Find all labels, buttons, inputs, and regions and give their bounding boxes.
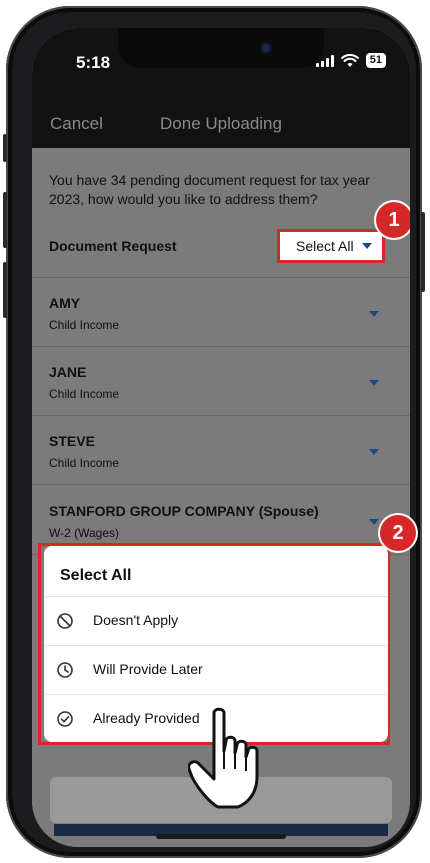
volume-down-button — [3, 262, 7, 318]
request-row-steve[interactable]: STEVE Child Income — [32, 415, 410, 483]
request-row-amy[interactable]: AMY Child Income — [32, 277, 410, 345]
chevron-down-icon[interactable] — [369, 380, 379, 386]
chevron-down-icon[interactable] — [369, 519, 379, 525]
status-icons: 51 — [315, 53, 386, 68]
sheet-title: Select All — [60, 567, 132, 584]
battery-indicator: 51 — [365, 53, 386, 68]
option-doesnt-apply[interactable]: Doesn't Apply — [44, 596, 388, 645]
callout-badge-2: 2 — [380, 515, 416, 551]
notch — [118, 28, 324, 68]
intro-text: You have 34 pending document request for… — [49, 172, 370, 207]
document-request-label: Document Request — [49, 238, 177, 254]
request-name: STANFORD GROUP COMPANY (Spouse) — [49, 503, 319, 519]
request-type: Child Income — [49, 318, 120, 332]
page-title: Done Uploading — [160, 114, 282, 133]
option-label: Already Provided — [93, 710, 200, 726]
request-row-jane[interactable]: JANE Child Income — [32, 346, 410, 414]
clock-icon — [57, 662, 73, 678]
chevron-down-icon[interactable] — [369, 311, 379, 317]
status-bar: 5:18 51 — [32, 28, 410, 98]
request-name: STEVE — [49, 433, 95, 449]
chevron-down-icon — [362, 243, 372, 249]
select-all-dropdown[interactable]: Select All — [280, 232, 382, 260]
request-type: Child Income — [49, 387, 120, 401]
request-name: JANE — [49, 364, 87, 380]
request-type: W-2 (Wages) — [49, 526, 120, 540]
chevron-down-icon[interactable] — [369, 449, 379, 455]
signal-icon — [315, 54, 334, 67]
select-all-value: Select All — [296, 238, 354, 254]
nav-bar: Cancel Done Uploading — [32, 98, 410, 148]
option-label: Doesn't Apply — [93, 612, 179, 628]
volume-up-button — [3, 192, 7, 248]
ban-icon — [57, 613, 73, 629]
wifi-icon — [340, 53, 359, 67]
check-circle-icon — [57, 711, 73, 727]
option-label: Will Provide Later — [93, 661, 203, 677]
hand-pointer-icon — [188, 707, 259, 809]
status-time: 5:18 — [76, 53, 111, 72]
side-button — [3, 134, 7, 162]
callout-badge-1: 1 — [376, 202, 410, 238]
camera-icon — [262, 44, 270, 52]
request-type: Child Income — [49, 456, 120, 470]
home-indicator — [156, 834, 286, 839]
option-will-provide-later[interactable]: Will Provide Later — [44, 645, 388, 694]
request-name: AMY — [49, 295, 81, 311]
power-button — [421, 212, 425, 292]
